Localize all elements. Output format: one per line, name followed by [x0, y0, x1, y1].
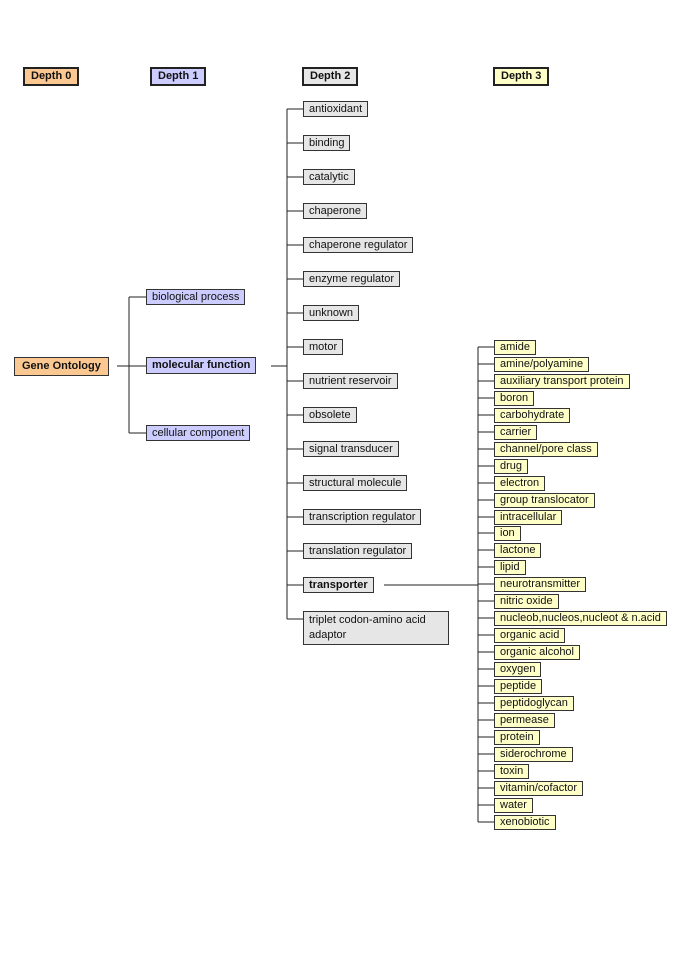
node-depth2-signal-transducer[interactable]: signal transducer — [303, 441, 399, 457]
node-depth2-enzyme-regulator[interactable]: enzyme regulator — [303, 271, 400, 287]
node-depth3-neurotransmitter[interactable]: neurotransmitter — [494, 577, 587, 592]
header-depth-3: Depth 3 — [493, 67, 550, 86]
node-depth3-peptide[interactable]: peptide — [494, 679, 543, 694]
node-depth3-water[interactable]: water — [494, 798, 533, 813]
node-depth3-peptidoglycan[interactable]: peptidoglycan — [494, 696, 574, 711]
node-depth3-protein[interactable]: protein — [494, 730, 540, 745]
node-molecular-function[interactable]: molecular function — [146, 357, 257, 374]
header-depth-2: Depth 2 — [302, 67, 359, 86]
node-depth3-toxin[interactable]: toxin — [494, 764, 530, 779]
node-depth3-carrier[interactable]: carrier — [494, 425, 538, 440]
node-depth2-transporter[interactable]: transporter — [303, 577, 374, 593]
node-depth3-carbohydrate[interactable]: carbohydrate — [494, 408, 571, 423]
node-gene-ontology[interactable]: Gene Ontology — [14, 357, 109, 376]
node-depth2-chaperone[interactable]: chaperone — [303, 203, 367, 219]
node-biological-process[interactable]: biological process — [146, 289, 246, 305]
node-depth3-boron[interactable]: boron — [494, 391, 535, 406]
node-depth3-permease[interactable]: permease — [494, 713, 555, 728]
node-depth3-siderochrome[interactable]: siderochrome — [494, 747, 573, 762]
node-depth2-obsolete[interactable]: obsolete — [303, 407, 357, 423]
node-depth3-amide[interactable]: amide — [494, 340, 536, 355]
node-depth3-oxygen[interactable]: oxygen — [494, 662, 542, 677]
node-depth3-auxiliary-transport-protein[interactable]: auxiliary transport protein — [494, 374, 630, 389]
node-depth2-nutrient-reservoir[interactable]: nutrient reservoir — [303, 373, 398, 389]
node-depth2-motor[interactable]: motor — [303, 339, 344, 355]
node-depth2-translation-regulator[interactable]: translation regulator — [303, 543, 413, 559]
node-depth2-antioxidant[interactable]: antioxidant — [303, 101, 369, 117]
node-depth3-xenobiotic[interactable]: xenobiotic — [494, 815, 556, 830]
node-depth2-catalytic[interactable]: catalytic — [303, 169, 355, 185]
node-depth3-intracellular[interactable]: intracellular — [494, 510, 563, 525]
node-depth3-group-translocator[interactable]: group translocator — [494, 493, 595, 508]
node-depth3-lactone[interactable]: lactone — [494, 543, 542, 558]
node-depth3-lipid[interactable]: lipid — [494, 560, 526, 575]
node-depth3-organic-alcohol[interactable]: organic alcohol — [494, 645, 580, 660]
node-depth2-binding[interactable]: binding — [303, 135, 351, 151]
node-depth2-unknown[interactable]: unknown — [303, 305, 360, 321]
node-depth3-channel-pore-class[interactable]: channel/pore class — [494, 442, 598, 457]
header-depth-1: Depth 1 — [150, 67, 207, 86]
node-depth3-drug[interactable]: drug — [494, 459, 529, 474]
node-depth3-nucleob-nucleos-nucleot-n-acid[interactable]: nucleob,nucleos,nucleot & n.acid — [494, 611, 667, 626]
node-depth3-vitamin-cofactor[interactable]: vitamin/cofactor — [494, 781, 584, 796]
node-depth3-nitric-oxide[interactable]: nitric oxide — [494, 594, 559, 609]
node-cellular-component[interactable]: cellular component — [146, 425, 251, 441]
header-depth-0: Depth 0 — [23, 67, 80, 86]
node-depth3-electron[interactable]: electron — [494, 476, 546, 491]
node-depth2-structural-molecule[interactable]: structural molecule — [303, 475, 408, 491]
node-depth3-amine-polyamine[interactable]: amine/polyamine — [494, 357, 590, 372]
node-depth2-transcription-regulator[interactable]: transcription regulator — [303, 509, 422, 525]
node-depth2-chaperone-regulator[interactable]: chaperone regulator — [303, 237, 414, 253]
node-depth2-triplet-codon-amino-acid-adaptor[interactable]: triplet codon-amino acid adaptor — [303, 611, 449, 645]
node-depth3-organic-acid[interactable]: organic acid — [494, 628, 566, 643]
node-depth3-ion[interactable]: ion — [494, 526, 521, 541]
